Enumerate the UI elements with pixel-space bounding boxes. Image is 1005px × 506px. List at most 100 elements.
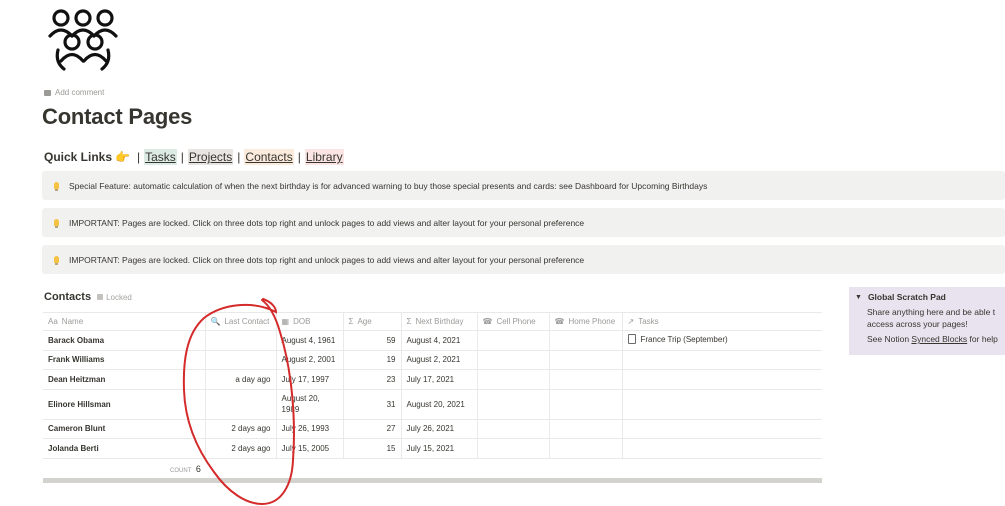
separator: |: [297, 150, 301, 164]
scratch-pad-line: Share anything here and be able t: [867, 307, 996, 317]
cell-tasks[interactable]: [622, 419, 822, 439]
cell-cell-phone[interactable]: [477, 369, 550, 390]
contacts-table: Aa Name 🔍 Last Contact ▦ DOB Σ Age Σ Next Bir…: [43, 312, 822, 459]
page-title: Contact Pages: [42, 104, 193, 129]
callout-locked-notice: IMPORTANT: Pages are locked. Click on th…: [42, 208, 1005, 237]
cell-home-phone[interactable]: [549, 438, 623, 459]
cell-home-phone[interactable]: [549, 330, 623, 351]
callout-text: Special Feature: automatic calculation o…: [69, 180, 708, 191]
column-header-dob[interactable]: ▦ DOB: [276, 312, 344, 331]
callout-locked-notice: IMPORTANT: Pages are locked. Click on th…: [42, 245, 1005, 274]
cell-next-birthday[interactable]: August 20, 2021: [401, 389, 478, 420]
cell-last-contact[interactable]: 2 days ago: [205, 438, 277, 459]
cell-age[interactable]: 15: [343, 438, 402, 459]
add-comment-button[interactable]: Add comment: [44, 88, 104, 97]
cell-dob[interactable]: July 26, 1993: [276, 419, 344, 439]
horizontal-scrollbar[interactable]: [43, 478, 822, 483]
column-header-cell-phone[interactable]: ☎ Cell Phone: [477, 312, 550, 331]
cell-tasks[interactable]: France Trip (September): [622, 330, 822, 351]
count-label: COUNT: [170, 468, 192, 474]
callout-text: IMPORTANT: Pages are locked. Click on th…: [69, 254, 585, 265]
cell-age[interactable]: 59: [343, 330, 402, 351]
cell-name[interactable]: Frank Williams: [43, 350, 206, 370]
cell-tasks[interactable]: [622, 350, 822, 370]
table-header-row: Aa Name 🔍 Last Contact ▦ DOB Σ Age Σ Next Bir…: [43, 312, 822, 331]
scratch-pad-toggle[interactable]: ▼ Global Scratch Pad: [855, 292, 1005, 302]
cell-age[interactable]: 19: [343, 350, 402, 370]
database-title[interactable]: Contacts Locked: [44, 291, 132, 303]
table-row[interactable]: Frank Williams August 2, 2001 19 August …: [43, 350, 822, 370]
people-group-icon: [48, 9, 118, 71]
cell-next-birthday[interactable]: August 4, 2021: [401, 330, 478, 351]
cell-next-birthday[interactable]: August 2, 2021: [401, 350, 478, 370]
scratch-pad-line: See Notion Synced Blocks for help: [867, 334, 998, 344]
cell-last-contact[interactable]: [205, 389, 277, 420]
column-header-next-birthday[interactable]: Σ Next Birthday: [401, 312, 478, 331]
link-tasks[interactable]: Tasks: [144, 149, 177, 165]
cell-home-phone[interactable]: [549, 419, 623, 439]
triangle-down-icon[interactable]: ▼: [855, 294, 862, 301]
callout-text: IMPORTANT: Pages are locked. Click on th…: [69, 217, 585, 228]
cell-last-contact[interactable]: 2 days ago: [205, 419, 277, 439]
lightbulb-icon: [54, 219, 59, 228]
cell-home-phone[interactable]: [549, 389, 623, 420]
separator: |: [136, 150, 141, 164]
table-row[interactable]: Jolanda Berti 2 days ago July 15, 2005 1…: [43, 438, 822, 459]
formula-icon: Σ: [406, 317, 412, 326]
cell-cell-phone[interactable]: [477, 330, 550, 351]
cell-dob[interactable]: July 15, 2005: [276, 438, 344, 459]
cell-dob[interactable]: July 17, 1997: [276, 369, 344, 390]
quick-links: Quick Links 👉 | Tasks | Projects | Conta…: [44, 149, 344, 165]
link-contacts[interactable]: Contacts: [244, 149, 294, 165]
pointing-hand-icon: 👉: [115, 150, 130, 164]
link-projects[interactable]: Projects: [187, 149, 234, 165]
table-row[interactable]: Cameron Blunt 2 days ago July 26, 1993 2…: [43, 419, 822, 439]
cell-tasks[interactable]: [622, 369, 822, 390]
column-header-age[interactable]: Σ Age: [343, 312, 402, 331]
cell-tasks[interactable]: [622, 438, 822, 459]
cell-name[interactable]: Jolanda Berti: [43, 438, 206, 459]
cell-cell-phone[interactable]: [477, 419, 550, 439]
cell-last-contact[interactable]: [205, 350, 277, 370]
cell-name[interactable]: Barack Obama: [43, 330, 206, 351]
cell-last-contact[interactable]: a day ago: [205, 369, 277, 390]
cell-home-phone[interactable]: [549, 350, 623, 370]
cell-name[interactable]: Cameron Blunt: [43, 419, 206, 439]
cell-last-contact[interactable]: [205, 330, 277, 351]
cell-name[interactable]: Dean Heitzman: [43, 369, 206, 390]
cell-age[interactable]: 31: [343, 389, 402, 420]
cell-dob[interactable]: August 2, 2001: [276, 350, 344, 370]
link-library[interactable]: Library: [304, 149, 344, 165]
cell-next-birthday[interactable]: July 17, 2021: [401, 369, 478, 390]
cell-next-birthday[interactable]: July 26, 2021: [401, 419, 478, 439]
table-row[interactable]: Dean Heitzman a day ago July 17, 1997 23…: [43, 369, 822, 390]
cell-cell-phone[interactable]: [477, 389, 550, 420]
quick-links-label: Quick Links: [44, 150, 113, 164]
relation-arrow-icon: ↗: [627, 317, 635, 326]
cell-next-birthday[interactable]: July 15, 2021: [401, 438, 478, 459]
task-link[interactable]: France Trip (September): [641, 335, 728, 344]
column-header-last-contact[interactable]: 🔍 Last Contact: [205, 312, 277, 331]
cell-age[interactable]: 27: [343, 419, 402, 439]
search-icon: 🔍: [210, 317, 221, 326]
table-row[interactable]: Elinore Hillsman August 20, 1989 31 Augu…: [43, 389, 822, 420]
table-count[interactable]: COUNT 6: [170, 464, 201, 474]
synced-blocks-link[interactable]: Synced Blocks: [911, 334, 967, 344]
table-row[interactable]: Barack Obama August 4, 1961 59 August 4,…: [43, 330, 822, 351]
scratch-pad-body: Share anything here and be able t access…: [855, 306, 1005, 345]
column-header-home-phone[interactable]: ☎ Home Phone: [549, 312, 623, 331]
add-comment-label: Add comment: [55, 88, 105, 97]
cell-cell-phone[interactable]: [477, 350, 550, 370]
cell-name[interactable]: Elinore Hillsman: [43, 389, 206, 420]
cell-tasks[interactable]: [622, 389, 822, 420]
cell-age[interactable]: 23: [343, 369, 402, 390]
column-header-tasks[interactable]: ↗ Tasks: [622, 312, 822, 331]
global-scratch-pad: ▼ Global Scratch Pad Share anything here…: [849, 287, 1005, 355]
cell-dob[interactable]: August 4, 1961: [276, 330, 344, 351]
cell-cell-phone[interactable]: [477, 438, 550, 459]
column-header-name[interactable]: Aa Name: [43, 312, 206, 331]
cell-home-phone[interactable]: [549, 369, 623, 390]
scratch-pad-title: Global Scratch Pad: [867, 292, 946, 302]
cell-dob[interactable]: August 20, 1989: [276, 389, 344, 420]
locked-label: Locked: [106, 292, 132, 302]
